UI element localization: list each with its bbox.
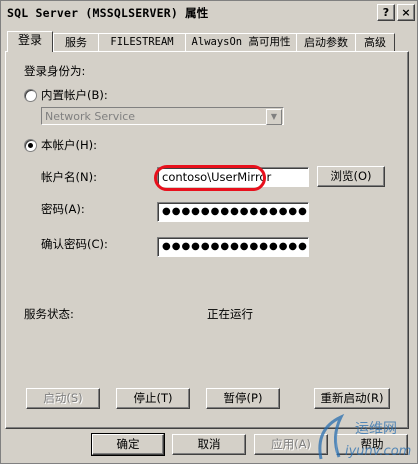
- restart-button[interactable]: 重新启动(R): [314, 388, 390, 409]
- radio-selected-dot: [28, 143, 33, 148]
- watermark-logo: 运维网 iyunv.com: [318, 413, 411, 460]
- logon-as-label: 登录身份为:: [24, 64, 86, 78]
- tab-advanced[interactable]: 高级: [355, 33, 395, 51]
- builtin-account-label[interactable]: 内置帐户(B):: [41, 87, 108, 103]
- password-label: 密码(A):: [41, 202, 85, 216]
- tab-filestream[interactable]: FILESTREAM: [98, 33, 186, 51]
- confirm-password-input[interactable]: ●●●●●●●●●●●●●●●: [157, 237, 309, 257]
- tab-logon[interactable]: 登录: [7, 31, 53, 52]
- tab-startup-parameters[interactable]: 启动参数: [296, 33, 356, 51]
- highlight-ring: [154, 165, 266, 191]
- start-button[interactable]: 启动(S): [26, 388, 100, 409]
- builtin-account-radio[interactable]: [24, 89, 37, 102]
- confirm-password-label: 确认密码(C):: [41, 237, 108, 251]
- ok-button[interactable]: 确定: [91, 433, 165, 456]
- password-input[interactable]: ●●●●●●●●●●●●●●●: [157, 202, 309, 222]
- browse-button[interactable]: 浏览(O): [317, 166, 385, 187]
- tab-service[interactable]: 服务: [53, 33, 99, 51]
- window-title: SQL Server (MSSQLSERVER) 属性: [7, 6, 209, 20]
- builtin-account-value: Network Service: [45, 110, 136, 123]
- service-status-label: 服务状态:: [24, 307, 74, 321]
- stop-button[interactable]: 停止(T): [116, 388, 190, 409]
- this-account-radio[interactable]: [24, 139, 37, 152]
- help-title-button[interactable]: ?: [377, 4, 395, 21]
- chevron-down-icon[interactable]: ▼: [266, 109, 282, 125]
- watermark-text-top: 运维网: [355, 421, 397, 437]
- properties-dialog: SQL Server (MSSQLSERVER) 属性 ? × 登录 服务 FI…: [0, 0, 418, 464]
- builtin-account-select[interactable]: Network Service ▼: [41, 107, 284, 125]
- title-bar: SQL Server (MSSQLSERVER) 属性 ? ×: [1, 1, 417, 23]
- cancel-button[interactable]: 取消: [172, 434, 246, 455]
- service-status-value: 正在运行: [207, 307, 253, 321]
- pause-button[interactable]: 暂停(P): [206, 388, 280, 409]
- tab-alwayson[interactable]: AlwaysOn 高可用性: [185, 33, 297, 51]
- this-account-label[interactable]: 本帐户(H):: [41, 137, 97, 153]
- watermark-text-bottom: iyunv.com: [345, 444, 411, 459]
- account-name-label: 帐户名(N):: [41, 170, 97, 184]
- close-icon[interactable]: ×: [397, 4, 415, 21]
